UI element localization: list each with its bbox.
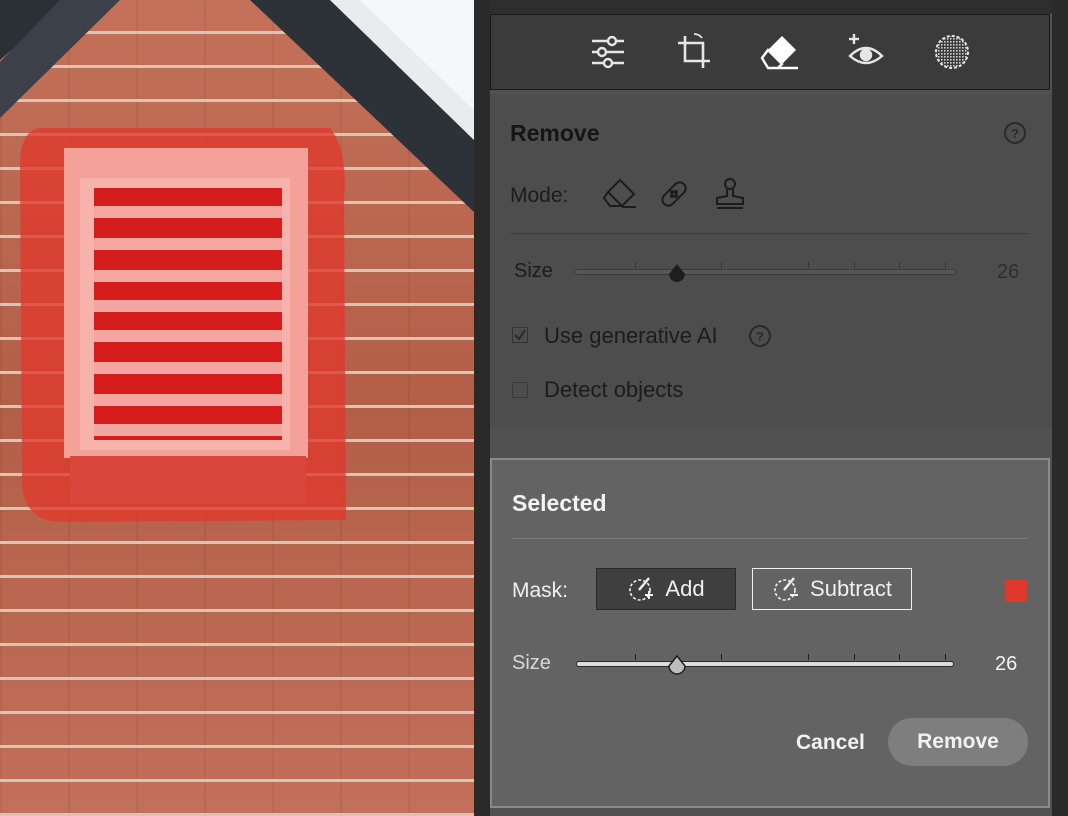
selected-size-thumb[interactable] <box>665 654 689 678</box>
selected-title: Selected <box>512 490 607 516</box>
remove-divider <box>510 233 1028 234</box>
mask-subtract-button[interactable]: Subtract <box>752 568 912 610</box>
detect-objects-label: Detect objects <box>544 377 684 402</box>
generative-ai-checkbox[interactable] <box>512 327 528 343</box>
edit-sliders-icon[interactable] <box>585 29 631 75</box>
mask-subtract-label: Subtract <box>810 576 892 601</box>
eraser-icon[interactable] <box>757 29 803 75</box>
cancel-button[interactable]: Cancel <box>796 731 865 755</box>
canvas-divider <box>474 0 490 816</box>
selected-size-label: Size <box>512 652 551 674</box>
detect-objects-checkbox[interactable] <box>512 382 528 398</box>
masking-icon[interactable] <box>929 29 975 75</box>
remove-size-value: 26 <box>997 261 1020 283</box>
edit-panel: Remove ? Mode: Size 26 Use generative AI… <box>490 0 1052 816</box>
red-eye-icon[interactable] <box>843 29 889 75</box>
selected-size-value: 26 <box>995 653 1018 675</box>
house-photo <box>0 0 474 522</box>
panel-right-edge <box>1052 0 1068 816</box>
brush-add-icon <box>629 577 654 601</box>
remove-size-thumb[interactable] <box>665 262 689 286</box>
mask-color-swatch[interactable] <box>1005 580 1027 602</box>
mode-label: Mode: <box>510 184 569 207</box>
generative-ai-help-icon[interactable]: ? <box>749 325 771 347</box>
mask-add-label: Add <box>665 576 705 601</box>
photo-canvas[interactable] <box>0 0 474 816</box>
selected-divider <box>512 538 1028 539</box>
tool-strip <box>490 14 1050 90</box>
bandage-icon[interactable] <box>656 176 692 217</box>
remove-size-label: Size <box>514 260 553 282</box>
remove-title: Remove <box>510 120 600 146</box>
generative-ai-label: Use generative AI <box>544 323 718 348</box>
eraser-mode-icon[interactable] <box>602 176 638 217</box>
remove-button[interactable]: Remove <box>888 718 1028 766</box>
mask-add-button[interactable]: Add <box>596 568 736 610</box>
crop-icon[interactable] <box>671 29 717 75</box>
mask-label: Mask: <box>512 579 569 602</box>
panel-header-strip <box>490 0 1052 15</box>
remove-help-icon[interactable]: ? <box>1004 122 1026 144</box>
clone-stamp-icon[interactable] <box>712 176 748 217</box>
brush-subtract-icon <box>774 577 799 601</box>
